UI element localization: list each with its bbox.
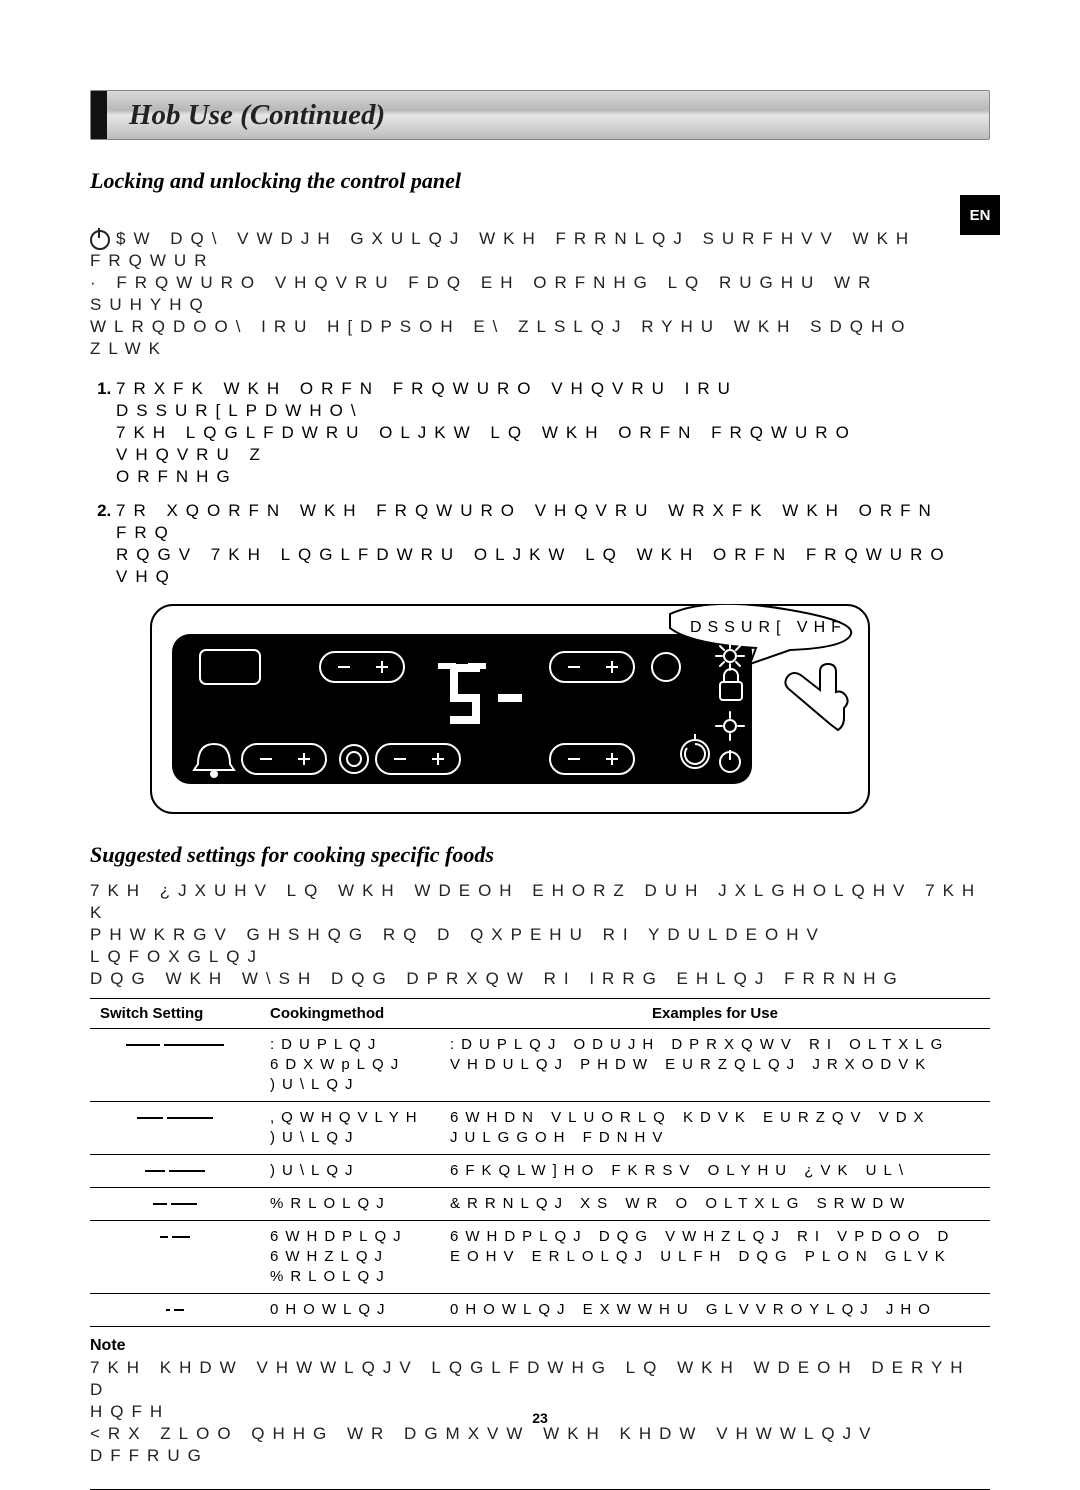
example-use: 6WHDPLQJ DQG VWHZLQJ RI VPDOO D EOHV ERL… (440, 1221, 990, 1294)
table-row: :DUPLQJ 6DXWpLQJ )U\LQJ:DUPLQJ ODUJH DPR… (90, 1029, 990, 1102)
example-use: 0HOWLQJ EXWWHU GLVVROYLQJ JHO (440, 1294, 990, 1327)
switch-level (90, 1155, 260, 1188)
col-examples: Examples for Use (440, 999, 990, 1029)
col-method: Cookingmethod (260, 999, 440, 1029)
table-row: ,QWHQVLYH )U\LQJ6WHDN VLUORLQ KDVK EURZQ… (90, 1102, 990, 1155)
power-icon (90, 230, 110, 250)
switch-level (90, 1294, 260, 1327)
table-row: 6WHDPLQJ 6WHZLQJ %RLOLQJ6WHDPLQJ DQG VWH… (90, 1221, 990, 1294)
example-use: :DUPLQJ ODUJH DPRXQWV RI OLTXLG VHDULQJ … (440, 1029, 990, 1102)
page-title-bar: Hob Use (Continued) (90, 90, 990, 140)
example-use: &RRNLQJ XS WR O OLTXLG SRWDW (440, 1188, 990, 1221)
table-row: )U\LQJ6FKQLW]HO FKRSV OLYHU ¿VK UL\ (90, 1155, 990, 1188)
settings-table: Switch Setting Cookingmethod Examples fo… (90, 998, 990, 1327)
hand-icon (785, 664, 847, 730)
switch-level (90, 1188, 260, 1221)
switch-level (90, 1102, 260, 1155)
cooking-method: )U\LQJ (260, 1155, 440, 1188)
cooking-method: ,QWHQVLYH )U\LQJ (260, 1102, 440, 1155)
locking-paragraph-text: $W DQ\ VWDJH GXULQJ WKH FRRNLQJ SURFHVV … (90, 229, 916, 358)
locking-steps: 7RXFK WKH ORFN FRQWURO VHQVRU IRU DSSUR[… (90, 378, 990, 588)
switch-level (90, 1029, 260, 1102)
cooking-method: 0HOWLQJ (260, 1294, 440, 1327)
example-use: 6WHDN VLUORLQ KDVK EURZQV VDX JULGGOH FD… (440, 1102, 990, 1155)
table-row: %RLOLQJ&RRNLQJ XS WR O OLTXLG SRWDW (90, 1188, 990, 1221)
settings-paragraph: 7KH ¿JXUHV LQ WKH WDEOH EHORZ DUH JXLGHO… (90, 880, 990, 990)
section-heading-settings: Suggested settings for cooking specific … (90, 842, 990, 868)
control-panel-figure: DSSUR[ VHF (150, 604, 870, 814)
page-number: 23 (0, 1410, 1080, 1426)
section-heading-locking: Locking and unlocking the control panel (90, 168, 990, 194)
callout-text: DSSUR[ VHF (690, 619, 847, 636)
table-row: 0HOWLQJ0HOWLQJ EXWWHU GLVVROYLQJ JHO (90, 1294, 990, 1327)
cooking-method: %RLOLQJ (260, 1188, 440, 1221)
cooking-method: :DUPLQJ 6DXWpLQJ )U\LQJ (260, 1029, 440, 1102)
example-use: 6FKQLW]HO FKRSV OLYHU ¿VK UL\ (440, 1155, 990, 1188)
step-1: 7RXFK WKH ORFN FRQWURO VHQVRU IRU DSSUR[… (116, 378, 990, 488)
language-badge: EN (960, 195, 1000, 235)
page-title: Hob Use (Continued) (129, 99, 385, 132)
locking-paragraph: $W DQ\ VWDJH GXULQJ WKH FRRNLQJ SURFHVV … (90, 206, 990, 360)
cooking-method: 6WHDPLQJ 6WHZLQJ %RLOLQJ (260, 1221, 440, 1294)
control-panel-svg: DSSUR[ VHF (150, 604, 870, 814)
col-switch: Switch Setting (90, 999, 260, 1029)
step-2: 7R XQORFN WKH FRQWURO VHQVRU WRXFK WKH O… (116, 500, 990, 588)
note-heading: Note (90, 1337, 990, 1355)
switch-level (90, 1221, 260, 1294)
